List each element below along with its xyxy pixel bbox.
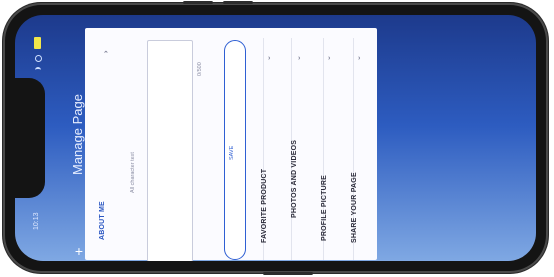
about-me-label: ABOUT ME — [99, 201, 106, 240]
status-time: 10:13 — [33, 212, 40, 230]
textarea-placeholder: All character text — [130, 152, 136, 193]
menu-item-profile-picture[interactable]: PROFILE PICTURE — [321, 175, 328, 241]
chevron-right-icon[interactable]: › — [298, 55, 300, 62]
power-button — [263, 272, 313, 275]
save-button-label: SAVE — [229, 145, 235, 160]
wifi-icon — [35, 67, 41, 73]
volume-button — [183, 1, 213, 4]
signal-icon — [35, 55, 42, 62]
menu-item-photos-videos[interactable]: PHOTOS AND VIDEOS — [291, 140, 298, 218]
status-icons — [33, 37, 43, 77]
page-title: Manage Page — [70, 94, 85, 175]
chevron-right-icon[interactable]: › — [358, 55, 360, 62]
about-me-textarea[interactable] — [147, 40, 193, 261]
chevron-right-icon[interactable]: › — [328, 55, 330, 62]
save-button[interactable] — [224, 40, 246, 260]
screen: 10:13 + Manage Page ABOUT ME ⌃ All chara… — [15, 15, 536, 261]
phone-frame: 10:13 + Manage Page ABOUT ME ⌃ All chara… — [3, 1, 548, 275]
chevron-right-icon[interactable]: › — [268, 55, 270, 62]
plus-icon[interactable]: + — [73, 244, 85, 258]
battery-icon — [34, 37, 41, 49]
chevron-up-icon[interactable]: ⌃ — [103, 50, 109, 58]
menu-item-share-page[interactable]: SHARE YOUR PAGE — [351, 172, 358, 243]
content-panel: ABOUT ME ⌃ All character text 0/500 SAVE… — [85, 28, 377, 261]
notch — [15, 78, 45, 198]
menu-item-favorite-product[interactable]: FAVORITE PRODUCT — [261, 169, 268, 243]
char-count: 0/500 — [197, 62, 203, 76]
volume-button — [223, 1, 253, 4]
